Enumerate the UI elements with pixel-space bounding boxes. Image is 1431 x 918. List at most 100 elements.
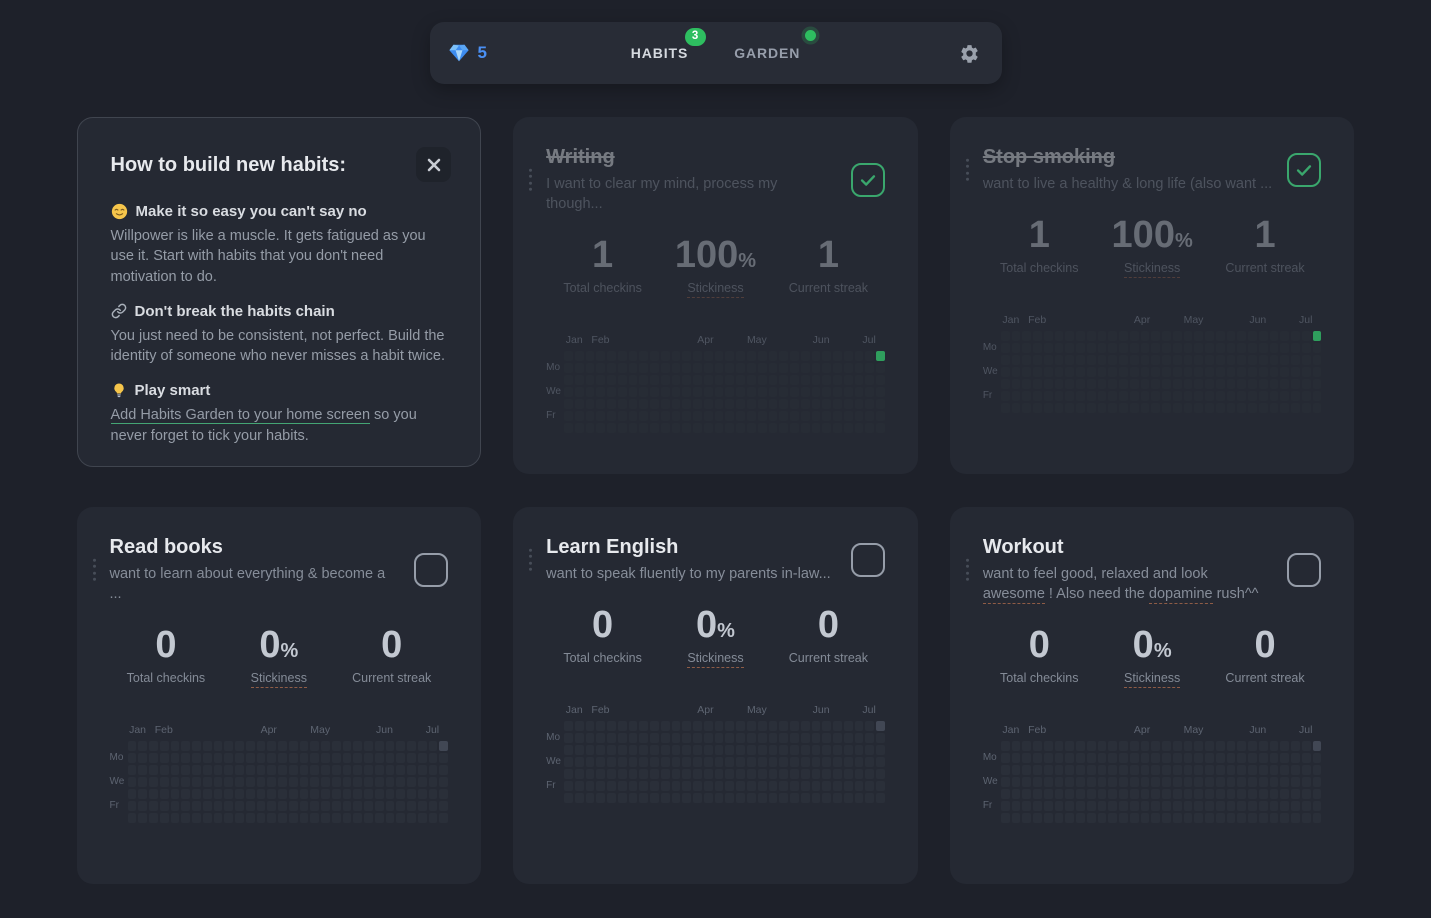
heatmap-cell xyxy=(758,745,767,755)
heatmap-cell xyxy=(790,721,799,731)
habit-checkbox[interactable] xyxy=(851,543,885,577)
heatmap-cell xyxy=(575,363,584,373)
heatmap-cell xyxy=(396,765,405,775)
heatmap-cell xyxy=(1119,391,1128,401)
heatmap-cell xyxy=(289,801,298,811)
heatmap-cell xyxy=(618,733,627,743)
tab-habits[interactable]: HABITS 3 xyxy=(631,45,689,61)
heatmap-cell xyxy=(865,721,874,731)
heatmap-cell xyxy=(822,411,831,421)
stat-current-streak: 0 Current streak xyxy=(335,626,448,688)
heatmap-cell xyxy=(586,387,595,397)
heatmap-cell xyxy=(1237,379,1246,389)
heatmap-cell xyxy=(607,793,616,803)
drag-handle-icon[interactable] xyxy=(964,156,971,183)
heatmap-cell xyxy=(375,741,384,751)
habit-checkbox[interactable] xyxy=(1287,153,1321,187)
heatmap-cell xyxy=(607,769,616,779)
heatmap-cell xyxy=(682,769,691,779)
heatmap-cell xyxy=(715,769,724,779)
heatmap-cell xyxy=(650,423,659,433)
close-button[interactable] xyxy=(416,147,451,182)
heatmap-cell xyxy=(192,741,201,751)
heatmap-cell xyxy=(267,777,276,787)
habit-checkbox[interactable] xyxy=(851,163,885,197)
heatmap-cell xyxy=(1259,753,1268,763)
heatmap-cell xyxy=(1001,765,1010,775)
heatmap-cell xyxy=(181,813,190,823)
drag-handle-icon[interactable] xyxy=(964,556,971,583)
heatmap-cell xyxy=(1076,367,1085,377)
heatmap-cell xyxy=(704,781,713,791)
heatmap-cell xyxy=(1108,813,1117,823)
heatmap-cell xyxy=(769,387,778,397)
heatmap-cell xyxy=(1291,753,1300,763)
heatmap-cell xyxy=(725,399,734,409)
heatmap-cell xyxy=(1098,331,1107,341)
heatmap-cell xyxy=(396,789,405,799)
heatmap-cell xyxy=(353,741,362,751)
habit-heatmap: JanFebAprMayJunJul MoWeFr xyxy=(546,704,885,803)
heatmap-cell xyxy=(171,789,180,799)
drag-handle-icon[interactable] xyxy=(527,166,534,193)
heatmap-cell xyxy=(1291,403,1300,413)
heatmap-cell xyxy=(353,789,362,799)
heatmap-cell xyxy=(822,351,831,361)
heatmap-cell xyxy=(725,733,734,743)
heatmap-cell xyxy=(725,721,734,731)
heatmap-cell xyxy=(1227,355,1236,365)
heatmap-cell xyxy=(855,733,864,743)
drag-handle-icon[interactable] xyxy=(527,546,534,573)
heatmap-cell xyxy=(1044,777,1053,787)
heatmap-months: JanFebAprMayJunJul xyxy=(1001,314,1322,327)
stat-current-streak: 1 Current streak xyxy=(1209,216,1322,278)
habit-checkbox[interactable] xyxy=(414,553,448,587)
heatmap-cell xyxy=(747,351,756,361)
heatmap-cell xyxy=(650,351,659,361)
habit-heatmap: JanFebAprMayJunJul MoWeFr xyxy=(983,314,1322,413)
habit-checkbox[interactable] xyxy=(1287,553,1321,587)
heatmap-month-label: May xyxy=(747,704,767,716)
heatmap-cell xyxy=(661,781,670,791)
heatmap-cell xyxy=(1291,331,1300,341)
heatmap-cell xyxy=(1141,753,1150,763)
heatmap-cell xyxy=(725,769,734,779)
tab-habits-label: HABITS xyxy=(631,45,689,61)
heatmap-cell xyxy=(575,387,584,397)
heatmap-cell xyxy=(1108,789,1117,799)
heatmap-cell xyxy=(715,399,724,409)
tab-garden[interactable]: GARDEN xyxy=(734,45,800,61)
heatmap-cell xyxy=(300,753,309,763)
heatmap-cell xyxy=(779,423,788,433)
heatmap-cell xyxy=(596,769,605,779)
heatmap-cell xyxy=(1313,741,1322,751)
heatmap-cell xyxy=(1216,343,1225,353)
heatmap-cell xyxy=(1065,777,1074,787)
heatmap-cell xyxy=(1173,741,1182,751)
heatmap-cell xyxy=(1302,777,1311,787)
heatmap-cell xyxy=(1141,391,1150,401)
stat-total-checkins: 0 Total checkins xyxy=(546,606,659,668)
heatmap-cell xyxy=(715,757,724,767)
heatmap-cell xyxy=(1033,331,1042,341)
gems-counter[interactable]: 5 xyxy=(448,43,598,63)
drag-handle-icon[interactable] xyxy=(91,556,98,583)
heatmap-cell xyxy=(1173,403,1182,413)
heatmap-cell xyxy=(1055,765,1064,775)
heatmap-cell xyxy=(1313,801,1322,811)
heatmap-cell xyxy=(650,745,659,755)
heatmap-cell xyxy=(1162,789,1171,799)
heatmap-cell xyxy=(235,789,244,799)
heatmap-cell xyxy=(844,757,853,767)
heatmap-cell xyxy=(758,781,767,791)
heatmap-cell xyxy=(865,769,874,779)
heatmap-month-label: Jul xyxy=(426,724,439,736)
settings-button[interactable] xyxy=(955,39,984,68)
heatmap-cell xyxy=(1216,801,1225,811)
heatmap-cell xyxy=(639,411,648,421)
home-screen-link[interactable]: Add Habits Garden to your home screen xyxy=(111,407,371,424)
heatmap-cell xyxy=(1151,789,1160,799)
heatmap-cell xyxy=(321,741,330,751)
heatmap-cell xyxy=(1001,391,1010,401)
heatmap-cell xyxy=(801,399,810,409)
